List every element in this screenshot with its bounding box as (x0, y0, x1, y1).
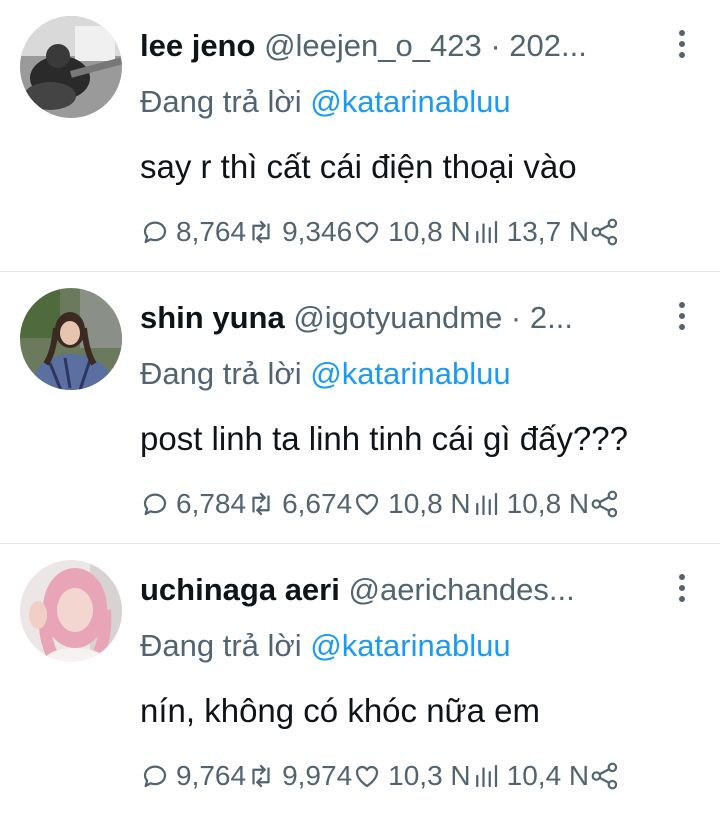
heart-icon (356, 221, 379, 244)
retweet-icon (252, 764, 270, 788)
reply-item[interactable]: uchinaga aeri @aerichandes... Đang trả l… (0, 544, 720, 816)
display-name[interactable]: lee jeno (140, 28, 255, 63)
replying-prefix: Đang trả lời (140, 84, 311, 119)
reply-button[interactable]: 9,764 (140, 756, 246, 796)
like-count: 10,3 N (388, 760, 471, 791)
reply-count: 8,764 (176, 216, 247, 247)
retweet-button[interactable]: 9,974 (246, 756, 352, 796)
views-icon (475, 492, 497, 516)
replying-to: Đang trả lời @katarinabluu (140, 82, 511, 122)
replying-prefix: Đang trả lời (140, 628, 311, 663)
reply-button[interactable]: 8,764 (140, 212, 246, 252)
reply-header: shin yuna @igotyuandme · 2... (140, 298, 660, 338)
views-icon (475, 220, 497, 244)
replying-to: Đang trả lời @katarinabluu (140, 354, 511, 394)
heart-icon (356, 765, 379, 788)
like-button[interactable]: 10,3 N (352, 756, 471, 796)
avatar-photo-guitar-icon (20, 16, 122, 118)
share-icon (591, 218, 618, 246)
share-button[interactable] (589, 761, 621, 791)
comment-icon (143, 765, 167, 788)
heart-icon (356, 493, 379, 516)
share-icon (591, 490, 618, 518)
retweet-icon (252, 220, 270, 244)
reply-header: lee jeno @leejen_o_423 · 202... (140, 26, 660, 66)
view-count: 13,7 N (506, 216, 590, 247)
avatar[interactable] (20, 16, 122, 118)
comment-icon (143, 221, 167, 244)
view-count: 10,4 N (506, 760, 590, 791)
user-handle[interactable]: @leejen_o_423 · 202... (264, 28, 587, 63)
reply-count: 6,784 (176, 488, 247, 519)
mention-link[interactable]: @katarinabluu (310, 84, 510, 119)
views-icon (475, 764, 497, 788)
more-options-icon[interactable] (674, 30, 690, 64)
like-count: 10,8 N (388, 488, 471, 519)
reply-count: 9,764 (176, 760, 247, 791)
replying-to: Đang trả lời @katarinabluu (140, 626, 511, 666)
more-options-icon[interactable] (674, 302, 690, 336)
user-handle[interactable]: @aerichandes... (348, 572, 574, 607)
display-name[interactable]: uchinaga aeri (140, 572, 340, 607)
retweet-count: 6,674 (282, 488, 353, 519)
reply-list: lee jeno @leejen_o_423 · 202... Đang trả… (0, 0, 720, 816)
views-button[interactable]: 13,7 N (471, 212, 590, 252)
user-handle[interactable]: @igotyuandme · 2... (293, 300, 573, 335)
share-icon (591, 762, 618, 790)
reply-header: uchinaga aeri @aerichandes... (140, 570, 660, 610)
avatar-photo-girl-icon (20, 288, 122, 390)
action-bar: 6,784 6,674 10,8 N 10,8 N (140, 484, 621, 524)
reply-item[interactable]: lee jeno @leejen_o_423 · 202... Đang trả… (0, 0, 720, 272)
action-bar: 8,764 9,346 10,8 N 13,7 N (140, 212, 621, 252)
mention-link[interactable]: @katarinabluu (310, 628, 510, 663)
share-button[interactable] (589, 217, 621, 247)
retweet-count: 9,974 (282, 760, 353, 791)
action-bar: 9,764 9,974 10,3 N 10,4 N (140, 756, 621, 796)
like-button[interactable]: 10,8 N (352, 212, 471, 252)
mention-link[interactable]: @katarinabluu (310, 356, 510, 391)
like-button[interactable]: 10,8 N (352, 484, 471, 524)
retweet-icon (252, 492, 270, 516)
share-button[interactable] (589, 489, 621, 519)
avatar[interactable] (20, 560, 122, 662)
reply-text: post linh ta linh tinh cái gì đấy??? (140, 420, 628, 457)
view-count: 10,8 N (506, 488, 590, 519)
replying-prefix: Đang trả lời (140, 356, 311, 391)
retweet-count: 9,346 (282, 216, 353, 247)
retweet-button[interactable]: 9,346 (246, 212, 352, 252)
comment-icon (143, 493, 167, 516)
reply-item[interactable]: shin yuna @igotyuandme · 2... Đang trả l… (0, 272, 720, 544)
views-button[interactable]: 10,4 N (471, 756, 590, 796)
reply-text: say r thì cất cái điện thoại vào (140, 148, 577, 185)
more-options-icon[interactable] (674, 574, 690, 608)
avatar[interactable] (20, 288, 122, 390)
views-button[interactable]: 10,8 N (471, 484, 590, 524)
like-count: 10,8 N (388, 216, 471, 247)
display-name[interactable]: shin yuna (140, 300, 285, 335)
retweet-button[interactable]: 6,674 (246, 484, 352, 524)
reply-button[interactable]: 6,784 (140, 484, 246, 524)
reply-text: nín, không có khóc nữa em (140, 692, 540, 729)
avatar-photo-pink-hair-icon (20, 560, 122, 662)
